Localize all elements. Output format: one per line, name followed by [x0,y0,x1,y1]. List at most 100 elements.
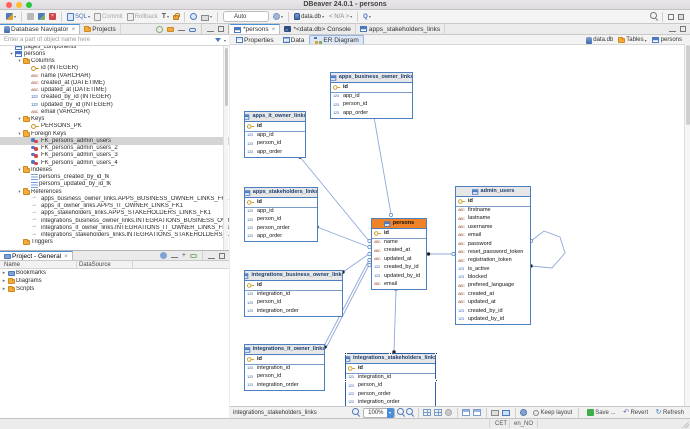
tree-item-fk_persons_admin_users_3[interactable]: FK_persons_admin_users_3 [0,152,229,159]
maximize-view-icon[interactable] [219,253,225,259]
column-name[interactable]: Name [4,262,20,268]
tree-item-fk_persons_admin_users_4[interactable]: FK_persons_admin_users_4 [0,159,229,166]
show-palette-icon[interactable] [462,409,470,416]
entity-column-created_at[interactable]: created_at [456,290,530,298]
maximize-editor-icon[interactable] [680,26,686,32]
canvas-scrollbar[interactable] [684,44,690,406]
collapse-all-icon[interactable] [167,27,174,32]
perspective-icon[interactable] [668,14,674,20]
tree-item-apps_business_owner_links-apps_business_owner_links_fk1[interactable]: apps_business_owner_links.APPS_BUSINESS_… [0,195,229,202]
navigator-scrollbar[interactable] [223,46,228,272]
entity-column-updated_at[interactable]: updated_at [372,255,426,263]
entity-column-integration_order[interactable]: integration_order [245,381,324,389]
link-with-editor-icon[interactable] [189,28,196,32]
keep-layout-button[interactable]: Keep layout [532,410,573,416]
entity-column-firstname[interactable]: firstname [456,207,530,215]
entity-column-email[interactable]: email [372,280,426,288]
entity-column-id[interactable]: id [372,229,426,238]
commit-mode-select[interactable]: Auto [223,11,269,22]
entity-column-integration_id[interactable]: integration_id [346,374,435,382]
entity-column-reset_password_token[interactable]: reset_password_token [456,248,530,256]
breadcrumb-tables[interactable]: Tables▾ [618,37,646,43]
entity-column-app_order[interactable]: app_order [245,148,305,156]
entity-column-prefered_language[interactable]: prefered_language [456,282,530,290]
entity-column-app_id[interactable]: app_id [245,132,305,140]
tree-item-foreign-keys[interactable]: ▾Foreign Keys [0,130,229,137]
entity-column-id[interactable]: id [346,364,435,373]
entity-column-name[interactable]: name [372,239,426,247]
entity-column-registration_token[interactable]: registration_token [456,257,530,265]
auto-layout-icon[interactable] [423,409,431,416]
entity-column-id[interactable]: id [245,198,317,207]
selection-handle[interactable] [389,352,392,355]
tab-project-general[interactable]: Project - General × [0,251,73,260]
lock-button[interactable] [173,11,179,22]
entity-column-created_by_id[interactable]: created_by_id [456,307,530,315]
sync-icon[interactable] [190,254,197,258]
entity-column-person_id[interactable]: person_id [245,373,324,381]
entity-column-updated_by_id[interactable]: updated_by_id [372,272,426,280]
tree-item-persons_pk[interactable]: PERSONS_PK [0,123,229,130]
tree-item-indexes[interactable]: ▾Indexes [0,166,229,173]
entity-column-app_order[interactable]: app_order [245,233,317,241]
entity-header[interactable]: integrations_business_owner_links [245,271,342,281]
entity-apps_stakeholders_links[interactable]: apps_stakeholders_linksidapp_idperson_id… [244,187,318,242]
tab-persons-editor[interactable]: *persons × [230,24,280,34]
relationship-line[interactable] [394,290,396,352]
settings-icon[interactable] [520,409,527,416]
entity-integrations_business_owner_links[interactable]: integrations_business_owner_linksidinteg… [244,270,343,317]
entity-column-integration_id[interactable]: integration_id [245,291,342,299]
active-datasource-select[interactable]: data.db▾ [294,11,324,22]
tree-expander[interactable]: ▾ [16,58,23,64]
tree-item-integrations_it_owner_links-integrations_it_owner_links_fk1[interactable]: integrations_it_owner_links.INTEGRATIONS… [0,224,229,231]
zoom-level-select[interactable]: 100%▾ [363,408,394,418]
revert-button[interactable]: ↶Revert [622,409,649,416]
entity-admin_users[interactable]: admin_usersidfirstnamelastnameusernameem… [455,186,531,325]
project-item-diagrams[interactable]: ▸Diagrams [0,277,229,285]
reconnect-button[interactable] [38,11,45,22]
entity-column-app_id[interactable]: app_id [331,93,412,101]
selection-handle[interactable] [344,379,347,382]
entity-column-password[interactable]: password [456,240,530,248]
tree-item-name-varchar-[interactable]: name (VARCHAR) [0,72,229,79]
transaction-settings-button[interactable]: ▾ [273,11,283,22]
refresh-button[interactable]: ↻Refresh [654,409,684,416]
entity-column-updated_by_id[interactable]: updated_by_id [456,316,530,324]
zoom-in-icon[interactable] [397,408,406,417]
search-icon[interactable] [650,12,659,21]
tree-item-references[interactable]: ▾References [0,188,229,195]
tree-item-apps_it_owner_links-apps_it_owner_links_fk1[interactable]: apps_it_owner_links.APPS_IT_OWNER_LINKS_… [0,203,229,210]
export-image-icon[interactable] [502,410,510,416]
entity-header[interactable]: apps_business_owner_links [331,73,412,83]
entity-apps_business_owner_links[interactable]: apps_business_owner_linksidapp_idperson_… [330,72,413,119]
selection-handle[interactable] [435,352,438,355]
tree-expander[interactable]: ▸ [0,286,8,292]
sql-editor-button[interactable]: SQL▾ [67,11,90,22]
relationship-line[interactable] [317,227,369,247]
entity-column-person_id[interactable]: person_id [245,140,305,148]
navigate-button[interactable] [190,11,197,22]
tab-console[interactable]: *<data.db> Console [280,24,355,34]
tree-item-integrations_stakeholders_links-integrations_stakeholders_links_fk[interactable]: integrations_stakeholders_links.INTEGRAT… [0,232,229,239]
resize-grip[interactable] [682,421,689,428]
tree-expander[interactable]: ▾ [8,51,15,57]
tree-expander[interactable]: ▾ [16,116,23,122]
commit-button[interactable]: Commit [94,11,123,22]
selection-handle[interactable] [344,352,347,355]
diagram-options-icon[interactable] [445,409,452,416]
entity-integrations_it_owner_links[interactable]: integrations_it_owner_linksidintegration… [244,344,325,391]
entity-column-id[interactable]: id [245,355,324,364]
search-menu-button[interactable]: Q▾ [363,11,371,22]
maximize-view-icon[interactable] [218,26,224,32]
minimize-editor-icon[interactable] [669,26,676,32]
entity-column-lastname[interactable]: lastname [456,215,530,223]
entity-apps_it_owner_links[interactable]: apps_it_owner_linksidapp_idperson_idapp_… [244,111,306,158]
minus-icon[interactable] [171,254,178,258]
er-diagram-canvas[interactable]: apps_business_owner_linksidapp_idperson_… [230,44,684,406]
entity-column-is_active[interactable]: is_active [456,265,530,273]
plus-icon[interactable]: + [182,252,186,259]
tree-expander[interactable]: ▾ [16,131,23,137]
tab-projects[interactable]: Projects [80,24,120,34]
tree-expander[interactable]: ▾ [16,167,23,173]
entity-column-id[interactable]: id [331,83,412,92]
